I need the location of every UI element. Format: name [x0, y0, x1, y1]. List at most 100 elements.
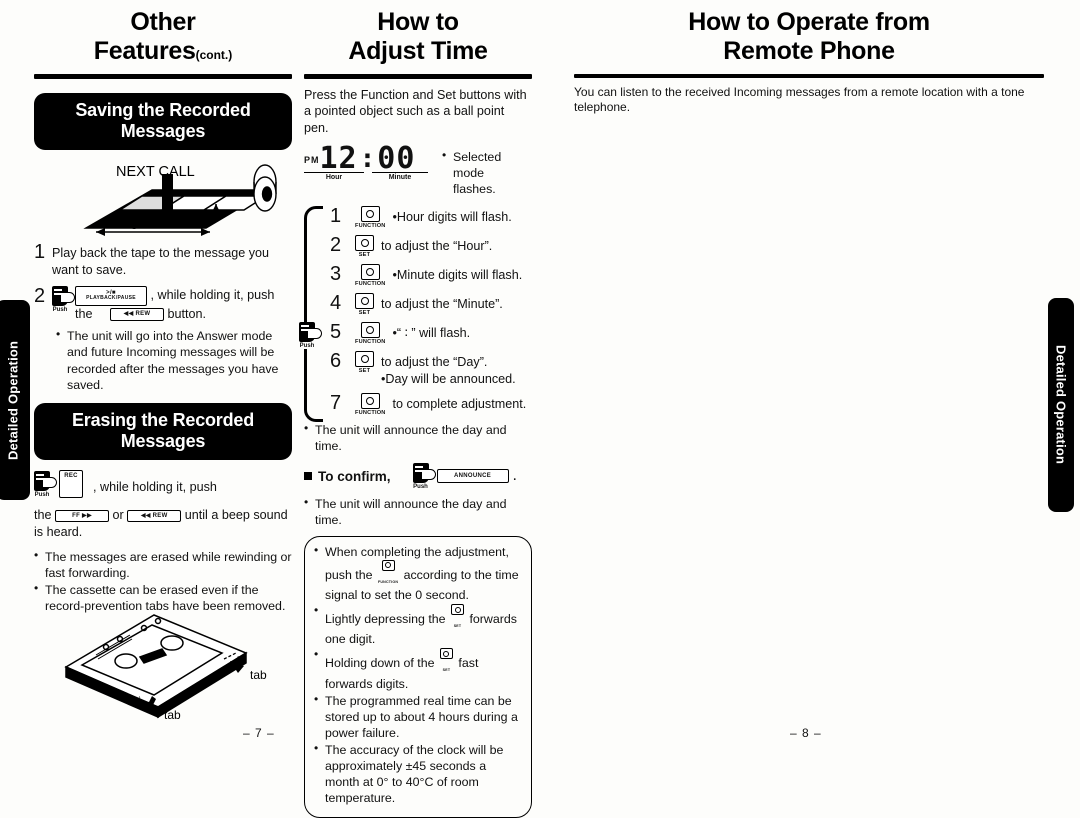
adjust-step-number: 3	[330, 263, 342, 286]
adjust-step-text: to complete adjustment.	[392, 397, 527, 412]
remote-title-line-1: How to Operate from	[688, 8, 930, 36]
adjust-step-number: 5	[330, 321, 342, 344]
erase-step-row: Push REC , while holding it, push	[34, 470, 292, 499]
square-bullet-icon	[304, 472, 312, 481]
confirm-heading: To confirm,	[318, 468, 391, 484]
push-label: Push	[52, 307, 68, 314]
function-button[interactable]: FUNCTION	[355, 206, 386, 229]
title-cont-note: (cont.)	[195, 47, 233, 62]
notebox-item-5: The accuracy of the clock will be approx…	[314, 741, 522, 807]
side-index-tab-right: Detailed Operation	[1048, 298, 1074, 512]
column-adjust-time: How to Adjust Time Press the Function an…	[299, 8, 532, 818]
side-tab-label: Detailed Operation	[1053, 345, 1069, 465]
playback-button-label: PLAYBACK/PAUSE	[86, 295, 136, 302]
playback-pause-button[interactable]: >/■ PLAYBACK/PAUSE	[75, 286, 147, 306]
adjust-step-subtext: •Day will be announced.	[381, 371, 516, 386]
page-title-adjust-time: How to Adjust Time	[304, 8, 532, 66]
function-button-label: FUNCTION	[355, 410, 386, 417]
confirm-note: The unit will announce the day and time.	[304, 495, 532, 528]
push-hand-icon: Push	[412, 462, 436, 490]
adjust-step-number: 1	[330, 205, 342, 228]
function-button[interactable]: FUNCTION	[355, 264, 386, 287]
page-title-other-features: Other Features(cont.)	[34, 8, 292, 66]
adjust-after-note: The unit will announce the day and time.	[304, 421, 532, 454]
function-button-label: FUNCTION	[355, 223, 386, 230]
lcd-hour-digits: 12	[319, 140, 358, 176]
tab-label-1: tab	[250, 668, 267, 682]
remote-phone-header: How to Operate from Remote Phone You can…	[574, 8, 1044, 116]
save-step-2-number: 2	[34, 285, 46, 308]
erase-text-line: the FF ▶▶ or ◀◀ REW until a beep sound i…	[34, 507, 292, 540]
title-rule	[34, 73, 292, 79]
remote-title-line-2: Remote Phone	[723, 36, 895, 65]
page-title-remote-phone: How to Operate from Remote Phone	[574, 8, 1044, 66]
adjust-step-text: •“ ∶ ” will flash.	[392, 326, 471, 341]
save-step-1-number: 1	[34, 240, 46, 263]
confirm-note-list: The unit will announce the day and time.	[304, 495, 532, 528]
adjust-step: 5 FUNCTION •“ ∶ ” will flash.	[330, 322, 532, 345]
lcd-minute-label: Minute	[372, 172, 428, 181]
function-button[interactable]: FUNCTION	[355, 322, 386, 345]
function-button[interactable]: FUNCTION	[378, 559, 398, 587]
adjust-title-line-1: How to	[377, 8, 459, 36]
fast-forward-button[interactable]: FF ▶▶	[55, 509, 110, 523]
adjust-step: 1 FUNCTION •Hour digits will flash.	[330, 206, 532, 229]
side-tab-label: Detailed Operation	[5, 340, 21, 460]
page-number-right: – 8 –	[790, 726, 822, 740]
adjust-step-number: 4	[330, 292, 342, 315]
remote-intro: You can listen to the received Incoming …	[574, 84, 1025, 115]
function-button[interactable]: FUNCTION	[355, 393, 386, 416]
remote-title-rule	[574, 73, 1044, 78]
adjust-title-rule	[304, 73, 532, 79]
banner-erasing-recorded-messages: Erasing the Recorded Messages	[34, 402, 292, 461]
lcd-note: Selected mode flashes.	[442, 148, 528, 197]
erase-text-or: or	[112, 508, 124, 523]
push-label: Push	[299, 343, 315, 350]
lcd-note-list: Selected mode flashes.	[442, 148, 528, 198]
push-label: Push	[34, 491, 50, 498]
push-label: Push	[413, 483, 428, 490]
adjust-step-body: to adjust the “Day”. •Day will be announ…	[381, 351, 532, 387]
set-button-label: SET	[358, 310, 371, 317]
set-button[interactable]: SET	[439, 648, 453, 675]
set-button[interactable]: SET	[355, 235, 374, 258]
adjust-step: 4 SET to adjust the “Minute”.	[330, 293, 532, 316]
adjust-step: 7 FUNCTION to complete adjustment.	[330, 393, 532, 416]
rewind-button[interactable]: ◀◀ REW	[110, 308, 165, 321]
notebox-item-4: The programmed real time can be stored u…	[314, 692, 522, 741]
adjust-step-text: to adjust the “Minute”.	[381, 297, 503, 312]
title-line-2: Features	[93, 36, 196, 65]
cassette-svg: tab tab	[64, 614, 267, 722]
lcd-hour-label: Hour	[304, 172, 364, 181]
adjust-step-number: 6	[330, 350, 342, 373]
left-page: Detailed Operation Other Features(cont.)…	[0, 0, 540, 818]
save-notes-list: The unit will go into the Answer mode an…	[56, 327, 292, 393]
adjust-time-notebox: When completing the adjustment, push the…	[304, 535, 532, 818]
lcd-minute-digits: 00	[377, 140, 416, 176]
banner-saving-recorded-messages: Saving the Recorded Messages	[34, 92, 292, 150]
title-line-1: Other	[130, 8, 196, 36]
adjust-step-text: to adjust the “Day”.	[381, 355, 488, 370]
set-button[interactable]: SET	[451, 604, 464, 631]
rec-button[interactable]: REC	[59, 470, 83, 499]
save-step-2-text-a: , while holding	[150, 288, 231, 303]
lcd-pm-indicator: PM	[304, 155, 320, 166]
adjust-step: 3 FUNCTION •Minute digits will flash.	[330, 264, 532, 287]
save-step-1: 1 Play back the tape to the message you …	[34, 242, 292, 278]
confirm-row: To confirm, Push ANNOUNCE .	[304, 462, 532, 490]
right-page: Detailed Operation How to Operate from R…	[540, 0, 1080, 750]
announce-button[interactable]: ANNOUNCE	[436, 468, 509, 484]
adjust-intro: Press the Function and Set buttons with …	[304, 87, 527, 135]
rewind-button[interactable]: ◀◀ REW	[127, 509, 182, 523]
tape-save-svg: NEXT CALL Save	[83, 164, 277, 236]
rec-button-label: REC	[64, 473, 78, 480]
set-button-label: SET	[358, 368, 371, 375]
set-button[interactable]: SET	[355, 351, 374, 374]
notebox-item-1: When completing the adjustment, push the…	[314, 543, 522, 603]
set-button[interactable]: SET	[355, 293, 374, 316]
save-step-1-text: Play back the tape to the message you wa…	[52, 245, 270, 277]
adjust-step-number: 2	[330, 234, 342, 257]
adjust-step: 6 SET to adjust the “Day”. •Day will be …	[330, 351, 532, 387]
adjust-title-line-2: Adjust Time	[348, 36, 488, 65]
page-number-left: – 7 –	[243, 726, 275, 740]
